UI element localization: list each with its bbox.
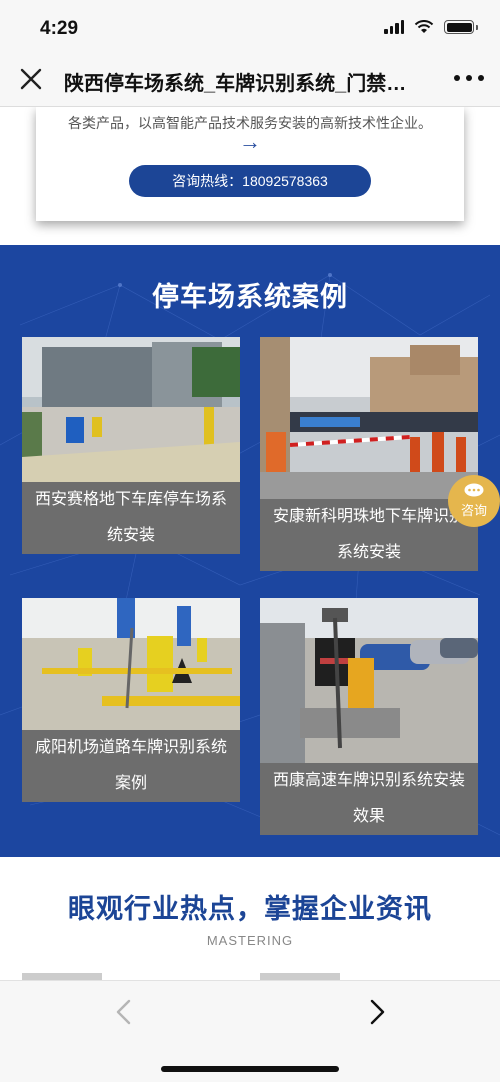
consult-label: 咨询 [460,503,487,518]
consult-float-button[interactable]: 咨询 [448,475,500,527]
signal-icon [384,20,404,34]
more-menu-icon[interactable] [454,72,484,84]
cases-section: 停车场系统案例 西安赛格地下车库停车场系统安装 安康新科明珠地下车牌识别系统安装… [0,245,500,857]
back-arrow-icon[interactable] [111,997,137,1027]
news-thumbnail[interactable] [22,973,102,980]
case-photo [260,598,478,763]
browser-nav-bar: 陕西停车场系统_车牌识别系统_门禁… [0,52,500,107]
case-photo [22,598,240,730]
page-content[interactable]: 各类产品，以高智能产品技术服务安装的高新技术性企业。 → 咨询热线：180925… [0,107,500,980]
close-icon[interactable] [18,66,44,92]
hotline-button[interactable]: 咨询热线：18092578363 [129,165,371,197]
case-photo [22,337,240,482]
news-section-title: 眼观行业热点，掌握企业资讯 [68,894,432,924]
case-card[interactable]: 西康高速车牌识别系统安装效果 [260,598,478,835]
case-caption: 安康新科明珠地下车牌识别系统安装 [260,499,478,571]
cases-title: 停车场系统案例 [152,282,348,312]
arrow-right-icon[interactable]: → [36,129,464,155]
page-title: 陕西停车场系统_车牌识别系统_门禁… [64,73,407,95]
news-thumbnail[interactable] [260,973,340,980]
case-card[interactable]: 西安赛格地下车库停车场系统安装 [22,337,240,554]
browser-bottom-toolbar [0,980,500,1082]
wifi-icon [414,20,434,33]
case-card[interactable]: 咸阳机场道路车牌识别系统案例 [22,598,240,802]
status-bar: 4:29 [0,0,500,52]
forward-arrow-icon[interactable] [364,997,390,1027]
chat-bubble-icon [464,483,484,497]
intro-card: 各类产品，以高智能产品技术服务安装的高新技术性企业。 → 咨询热线：180925… [36,107,464,221]
case-photo [260,337,478,499]
status-icons [384,20,478,34]
case-card[interactable]: 安康新科明珠地下车牌识别系统安装 [260,337,478,571]
home-indicator[interactable] [161,1066,339,1072]
battery-icon [444,20,478,34]
case-caption: 西康高速车牌识别系统安装效果 [260,763,478,835]
status-time: 4:29 [40,18,79,39]
case-caption: 咸阳机场道路车牌识别系统案例 [22,730,240,802]
case-caption: 西安赛格地下车库停车场系统安装 [22,482,240,554]
news-section-subtitle: MASTERING [206,933,294,948]
